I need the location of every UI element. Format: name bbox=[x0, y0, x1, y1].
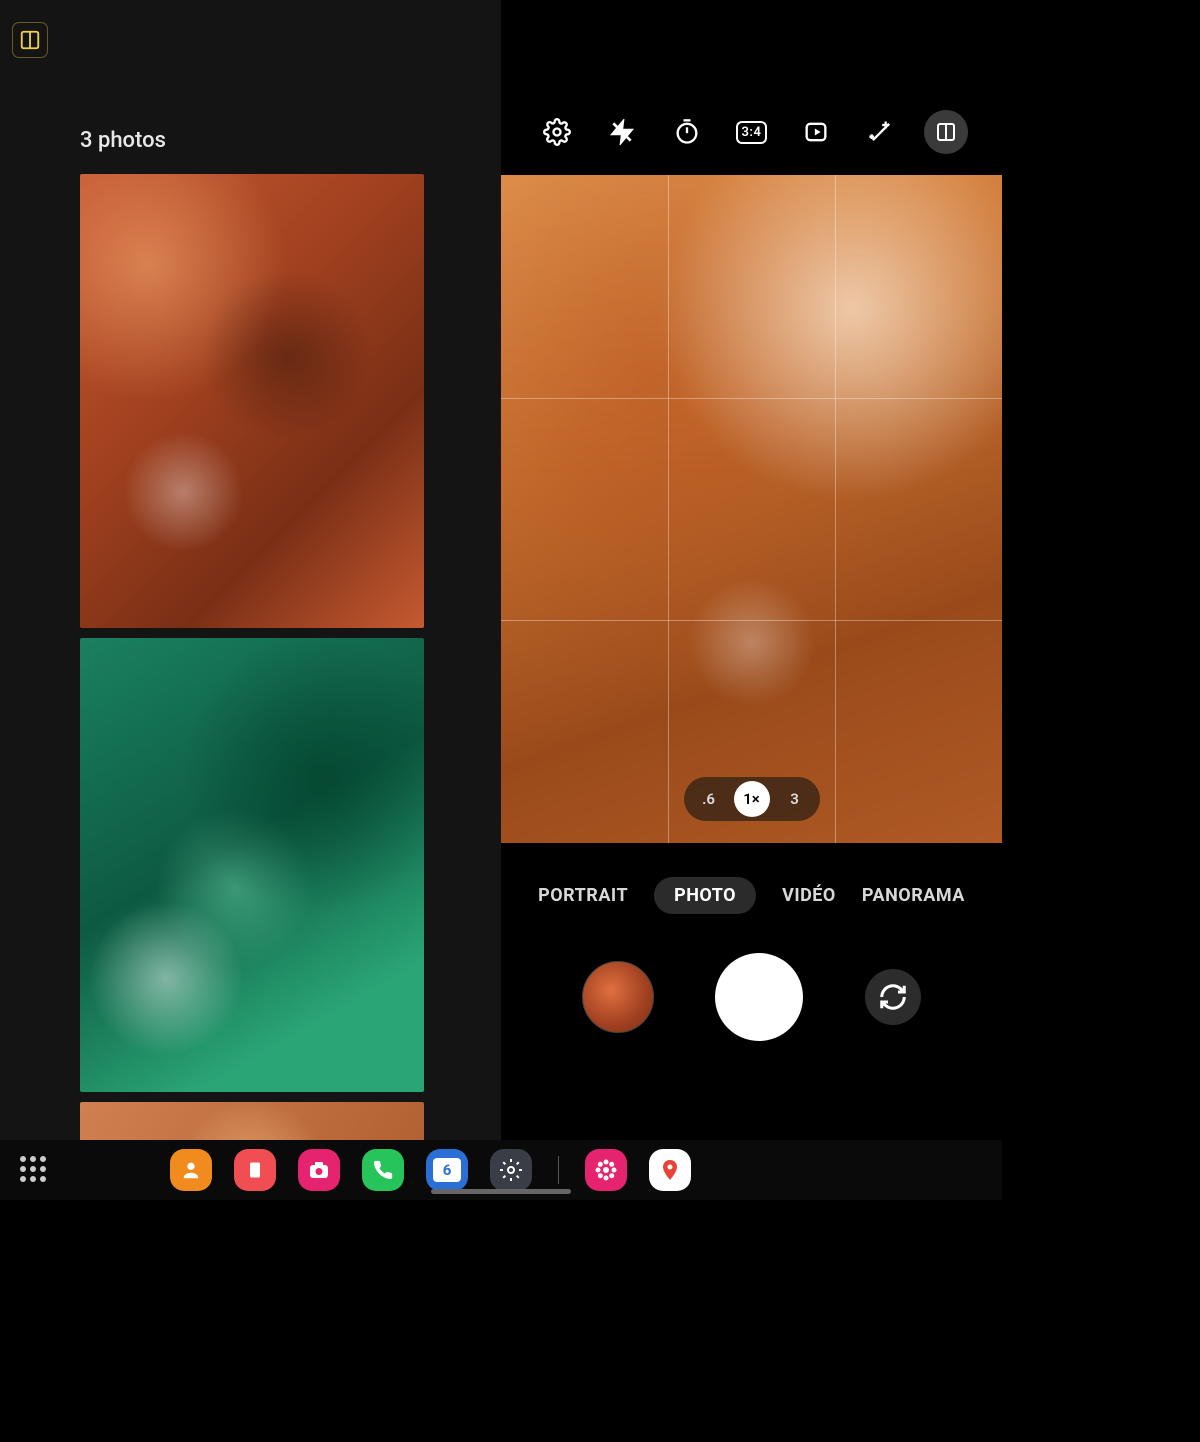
camera-pane: 3:4 .6 1× 3 POR bbox=[501, 0, 1002, 1200]
mode-selector[interactable]: PORTRAIT PHOTO VIDÉO PANORAMA bbox=[501, 870, 1002, 920]
thumbnail-list bbox=[80, 174, 424, 1200]
grid-line bbox=[501, 398, 1002, 399]
zoom-option-1x[interactable]: 1× bbox=[734, 781, 770, 817]
phone-app-icon[interactable] bbox=[362, 1149, 404, 1191]
mode-photo[interactable]: PHOTO bbox=[654, 877, 756, 914]
zoom-option-wide[interactable]: .6 bbox=[690, 781, 728, 817]
zoom-selector: .6 1× 3 bbox=[684, 777, 820, 821]
camera-app-icon[interactable] bbox=[298, 1149, 340, 1191]
thumbnail-2[interactable] bbox=[80, 638, 424, 1092]
navigation-handle[interactable] bbox=[431, 1189, 571, 1194]
zoom-option-3x[interactable]: 3 bbox=[776, 781, 814, 817]
aspect-ratio-label: 3:4 bbox=[736, 121, 768, 144]
contacts-app-icon[interactable] bbox=[170, 1149, 212, 1191]
taskbar: 6 bbox=[0, 1140, 1002, 1200]
mode-panorama[interactable]: PANORAMA bbox=[862, 885, 965, 906]
last-photo-thumbnail[interactable] bbox=[582, 961, 654, 1033]
viewfinder[interactable]: .6 1× 3 bbox=[501, 175, 1002, 843]
calendar-app-icon[interactable]: 6 bbox=[426, 1149, 468, 1191]
camera-toolbar: 3:4 bbox=[501, 104, 1002, 160]
mode-video[interactable]: VIDÉO bbox=[782, 885, 836, 906]
timer-icon[interactable] bbox=[665, 110, 709, 154]
effects-icon[interactable] bbox=[859, 110, 903, 154]
settings-icon[interactable] bbox=[535, 110, 579, 154]
shutter-button[interactable] bbox=[715, 953, 803, 1041]
motion-photo-icon[interactable] bbox=[794, 110, 838, 154]
switch-camera-button[interactable] bbox=[865, 969, 921, 1025]
gallery-count-label: 3 photos bbox=[80, 128, 166, 153]
flash-off-icon[interactable] bbox=[600, 110, 644, 154]
thumbnail-1[interactable] bbox=[80, 174, 424, 628]
screen: 3 photos 3:4 bbox=[0, 0, 1002, 1200]
maps-app-icon[interactable] bbox=[649, 1149, 691, 1191]
settings-app-icon[interactable] bbox=[490, 1149, 532, 1191]
grid-line bbox=[835, 175, 836, 843]
gallery-app-icon[interactable] bbox=[585, 1149, 627, 1191]
gallery-pane: 3 photos bbox=[0, 0, 501, 1200]
aspect-ratio-button[interactable]: 3:4 bbox=[729, 110, 773, 154]
grid-line bbox=[501, 620, 1002, 621]
notes-app-icon[interactable] bbox=[234, 1149, 276, 1191]
taskbar-divider bbox=[558, 1156, 559, 1184]
mode-portrait[interactable]: PORTRAIT bbox=[538, 885, 628, 906]
grid-line bbox=[668, 175, 669, 843]
taskbar-apps: 6 bbox=[170, 1149, 691, 1191]
app-drawer-icon[interactable] bbox=[20, 1156, 48, 1184]
split-view-icon[interactable] bbox=[924, 110, 968, 154]
camera-bottom-controls bbox=[501, 952, 1002, 1042]
split-view-toggle-icon[interactable] bbox=[12, 22, 48, 58]
